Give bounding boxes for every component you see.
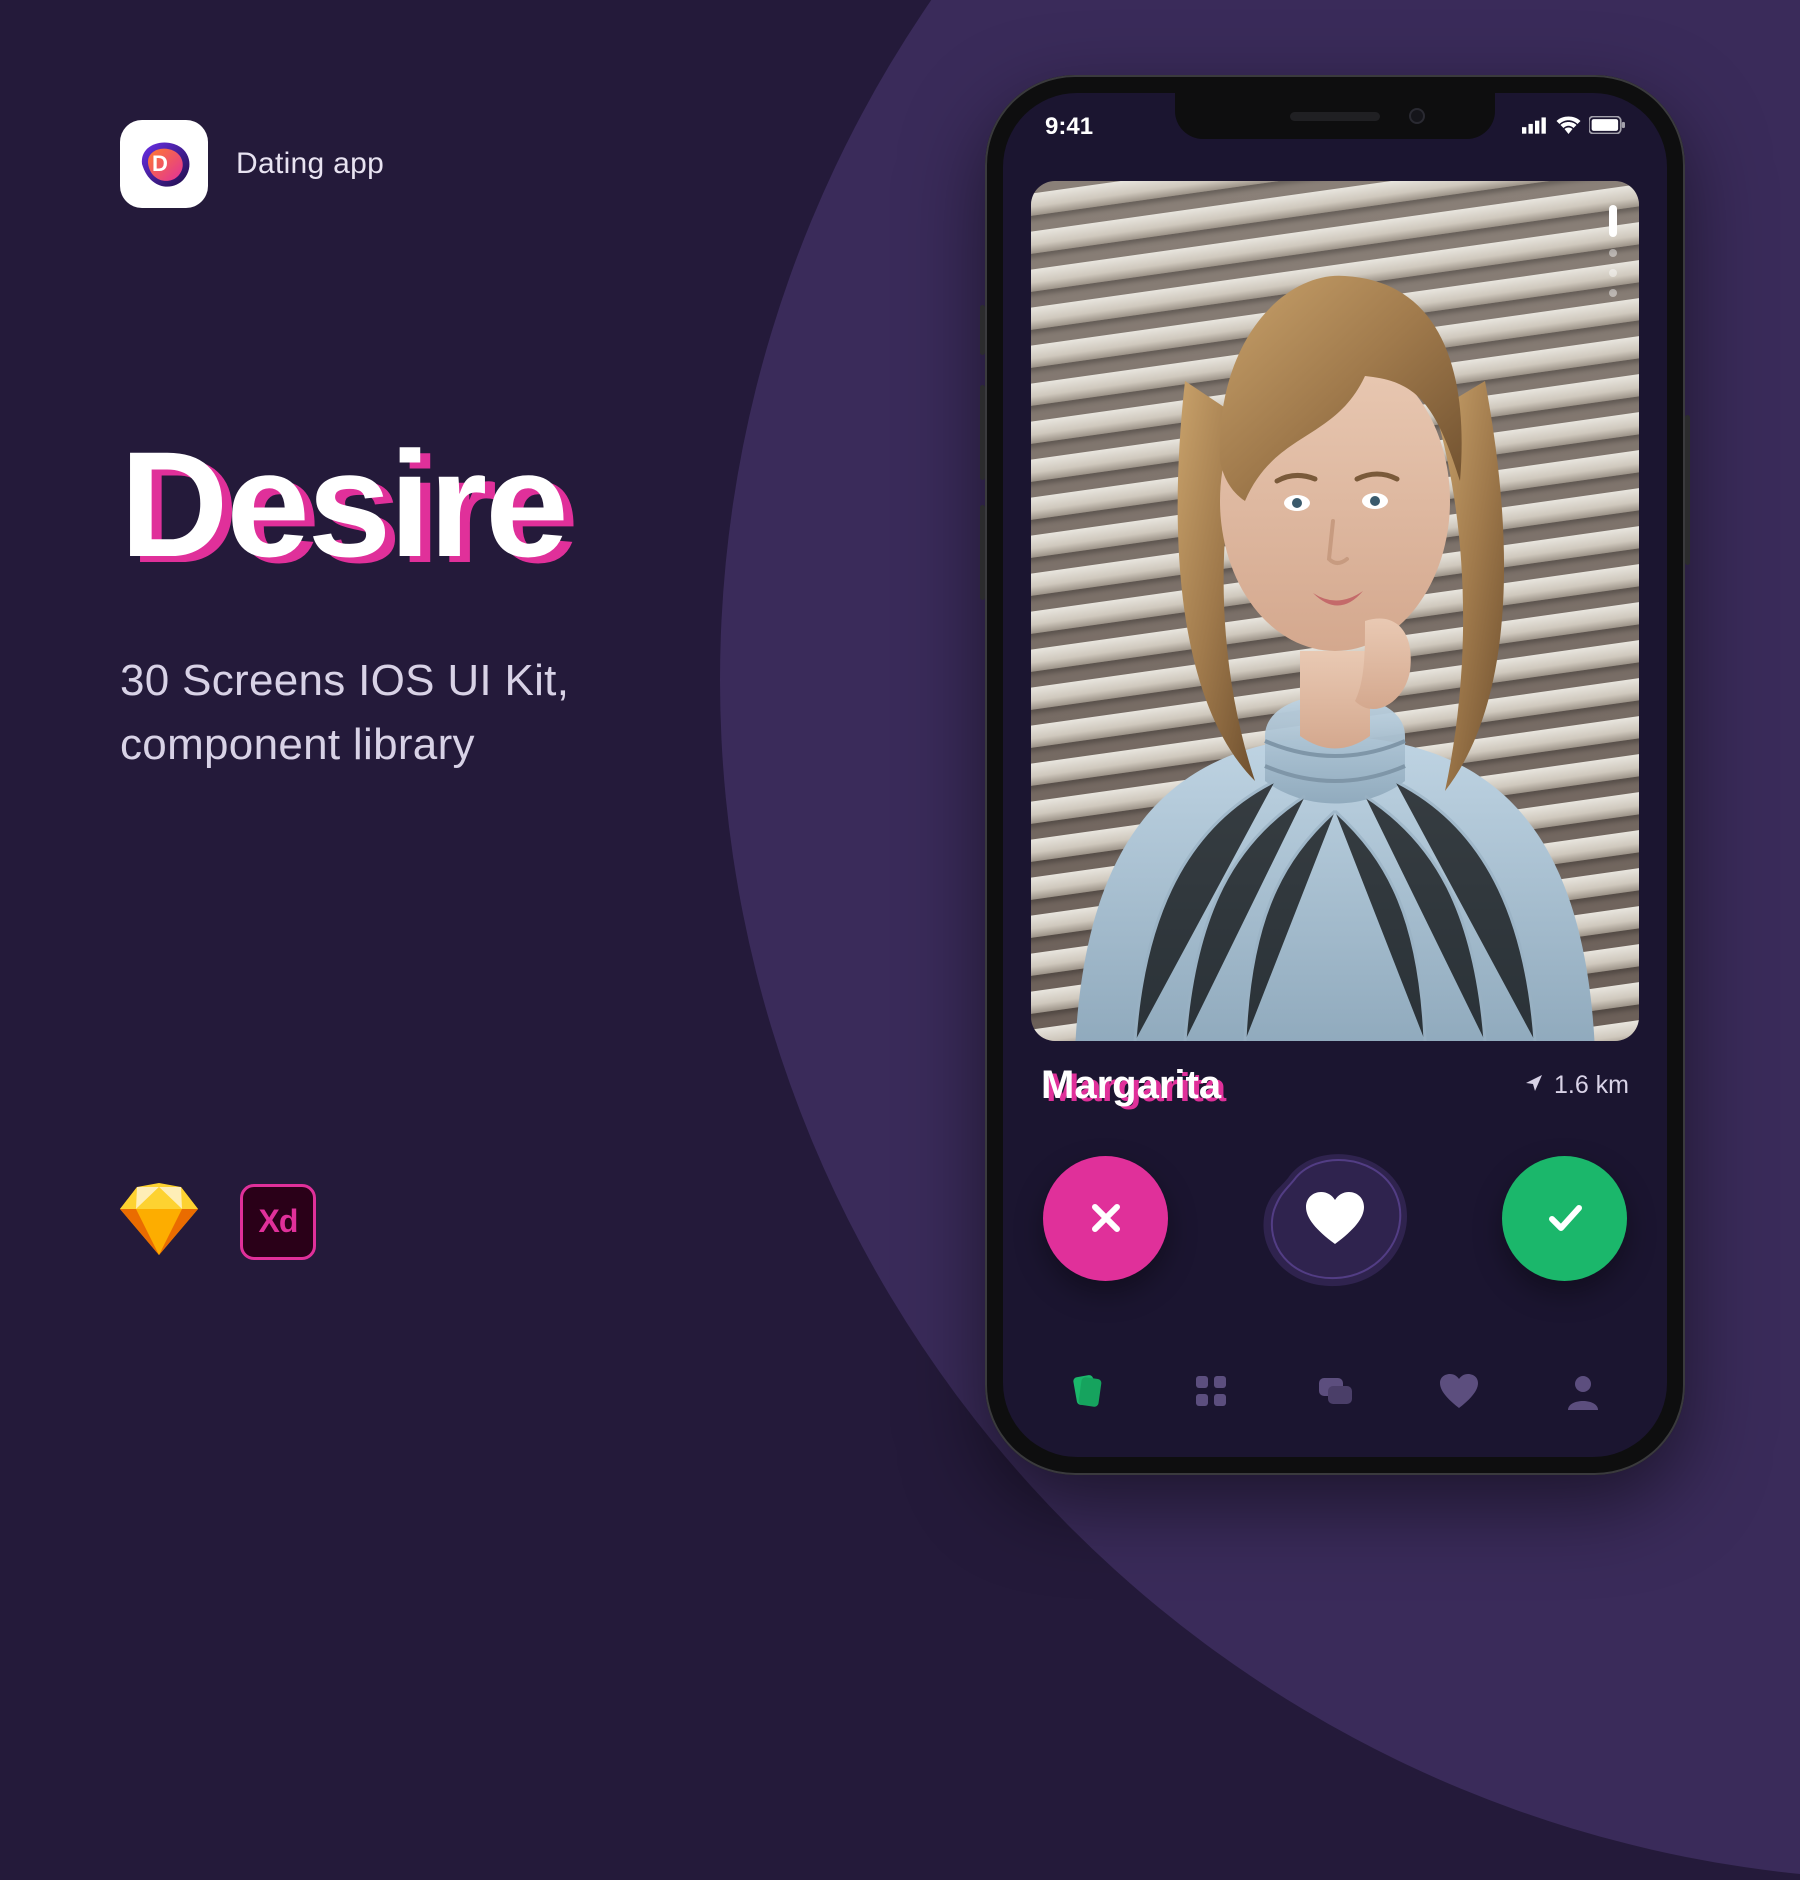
accept-button[interactable]: [1502, 1156, 1627, 1281]
profile-name: Margarita Margarita: [1041, 1063, 1221, 1108]
status-right: [1522, 113, 1625, 141]
check-icon: [1542, 1195, 1588, 1241]
battery-icon: [1589, 113, 1625, 141]
super-like-button[interactable]: [1258, 1148, 1413, 1288]
subtitle-line-1: 30 Screens IOS UI Kit,: [120, 649, 750, 713]
xd-label: Xd: [259, 1203, 298, 1240]
chat-icon: [1316, 1372, 1354, 1410]
promo-content: D Dating app Desire Desire 30 Screens IO…: [0, 0, 750, 777]
photo-pagination[interactable]: [1609, 205, 1617, 297]
hero-subtitle: 30 Screens IOS UI Kit, component library: [120, 649, 750, 777]
cards-icon: [1068, 1372, 1106, 1410]
phone-side-button: [980, 505, 985, 600]
heart-outline-icon: [1440, 1372, 1478, 1410]
tab-chat[interactable]: [1307, 1363, 1363, 1419]
phone-mockup: 9:41 /*generated below by loop*/: [985, 75, 1685, 1475]
profile-photo: [1031, 181, 1639, 1041]
tab-likes[interactable]: [1431, 1363, 1487, 1419]
profile-distance: 1.6 km: [1524, 1071, 1629, 1100]
heart-icon: [1306, 1192, 1364, 1244]
hero-title-text: Desire: [120, 418, 567, 591]
phone-notch: [1175, 93, 1495, 139]
close-icon: [1085, 1197, 1127, 1239]
user-icon: [1564, 1372, 1602, 1410]
phone-side-button: [980, 305, 985, 355]
app-icon-letter: D: [152, 151, 168, 176]
front-camera: [1409, 108, 1425, 124]
page-dot[interactable]: [1609, 289, 1617, 297]
grid-icon: [1192, 1372, 1230, 1410]
speaker: [1290, 112, 1380, 121]
distance-value: 1.6 km: [1554, 1071, 1629, 1100]
location-arrow-icon: [1524, 1071, 1544, 1100]
profile-info-row: Margarita Margarita 1.6 km: [1041, 1063, 1629, 1108]
swipe-actions: [1043, 1148, 1627, 1288]
desire-logo-icon: D: [134, 137, 194, 191]
page-dot[interactable]: [1609, 205, 1617, 237]
phone-side-button: [980, 385, 985, 480]
profile-card[interactable]: /*generated below by loop*/: [1031, 181, 1639, 1041]
sketch-icon: [120, 1183, 198, 1260]
app-icon: D: [120, 120, 208, 208]
tab-grid[interactable]: [1183, 1363, 1239, 1419]
subtitle-line-2: component library: [120, 713, 750, 777]
tab-cards[interactable]: [1059, 1363, 1115, 1419]
adobe-xd-icon: Xd: [240, 1184, 316, 1260]
page-dot[interactable]: [1609, 269, 1617, 277]
hero-title: Desire Desire: [120, 418, 567, 591]
app-label: Dating app: [236, 147, 384, 181]
tab-profile[interactable]: [1555, 1363, 1611, 1419]
phone-side-button: [1685, 415, 1690, 565]
reject-button[interactable]: [1043, 1156, 1168, 1281]
phone-screen: 9:41 /*generated below by loop*/: [1003, 93, 1667, 1457]
wifi-icon: [1556, 113, 1581, 141]
tools-row: Xd: [120, 1183, 316, 1260]
page-dot[interactable]: [1609, 249, 1617, 257]
app-badge-row: D Dating app: [120, 120, 750, 208]
status-time: 9:41: [1045, 113, 1093, 141]
tab-bar: [1003, 1347, 1667, 1457]
signal-icon: [1522, 113, 1548, 141]
